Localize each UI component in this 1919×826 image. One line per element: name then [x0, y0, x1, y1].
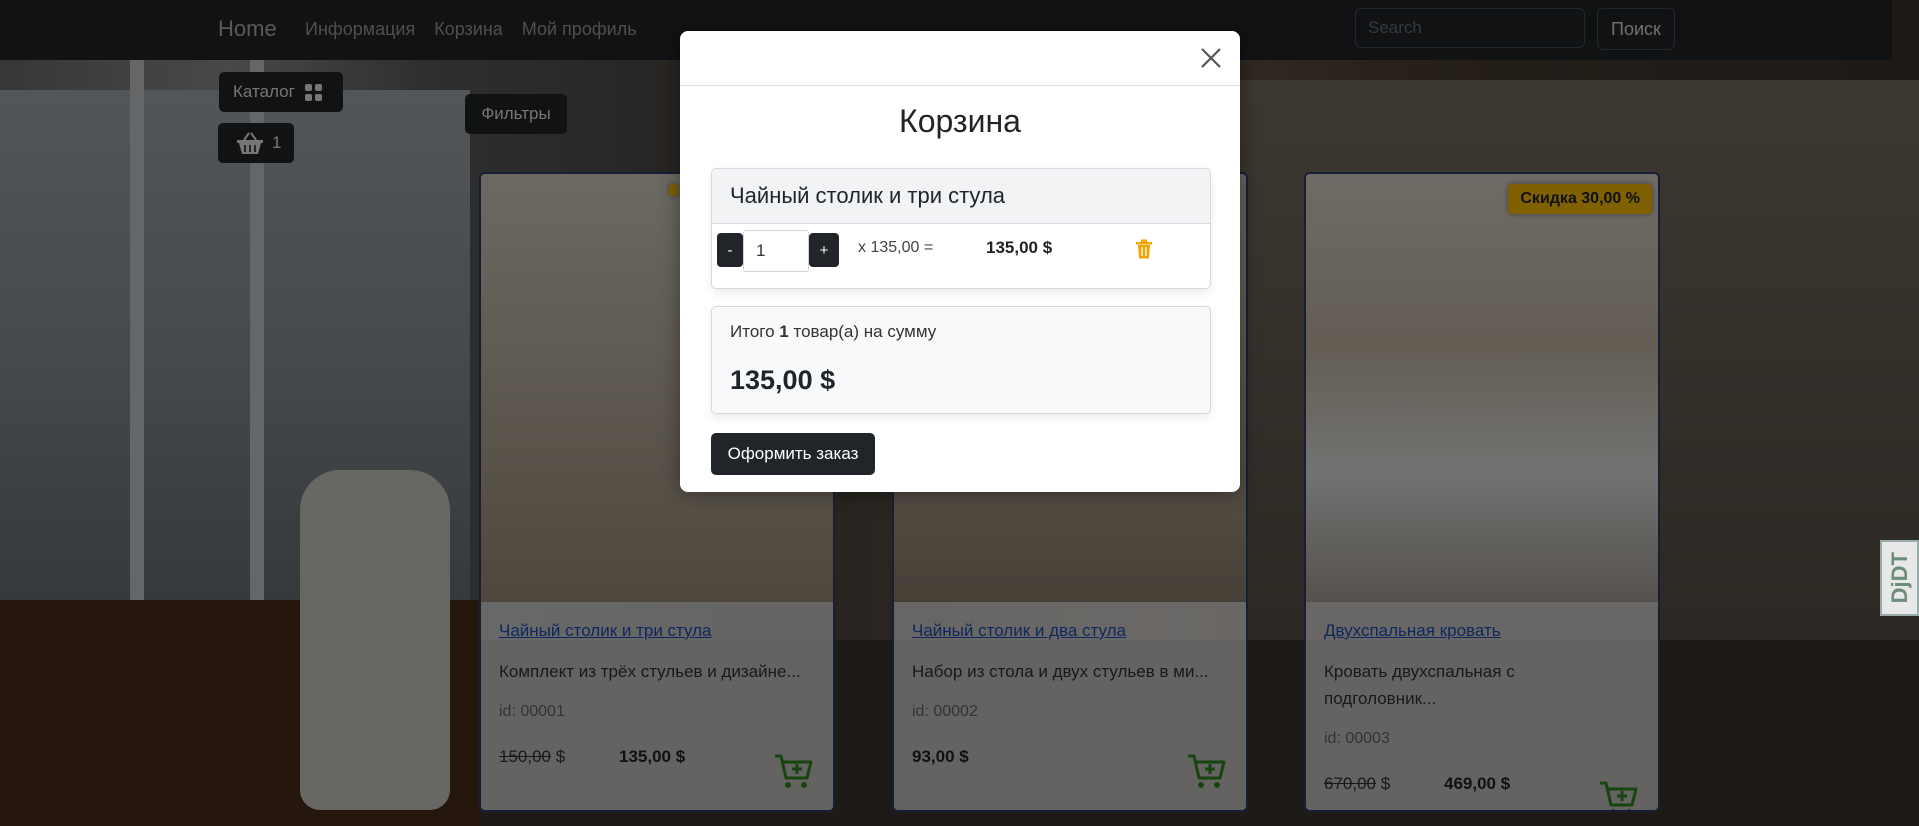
quantity-input[interactable]: [743, 230, 809, 272]
debug-toolbar-tab[interactable]: DjDT: [1880, 540, 1919, 616]
cart-item-name: Чайный столик и три стула: [712, 169, 1210, 224]
summary-count: 1: [779, 322, 789, 341]
trash-icon[interactable]: [1135, 239, 1153, 259]
cart-summary: Итого 1 товар(а) на сумму 135,00 $: [711, 306, 1211, 414]
cart-modal: Корзина Чайный столик и три стула - + x …: [680, 31, 1240, 492]
unit-price: x 135,00 =: [858, 239, 934, 256]
cart-item: Чайный столик и три стула - + x 135,00 =…: [711, 168, 1211, 289]
line-total: 135,00 $: [986, 238, 1053, 257]
close-icon[interactable]: [1198, 45, 1224, 71]
summary-text: Итого 1 товар(а) на сумму: [730, 322, 937, 341]
quantity-increase-button[interactable]: +: [809, 233, 839, 267]
summary-total: 135,00 $: [730, 365, 836, 395]
debug-toolbar-label: DjDT: [1886, 552, 1912, 604]
quantity-decrease-button[interactable]: -: [717, 233, 743, 267]
checkout-button[interactable]: Оформить заказ: [711, 433, 875, 475]
modal-header: [680, 31, 1240, 86]
modal-title: Корзина: [899, 103, 1021, 139]
